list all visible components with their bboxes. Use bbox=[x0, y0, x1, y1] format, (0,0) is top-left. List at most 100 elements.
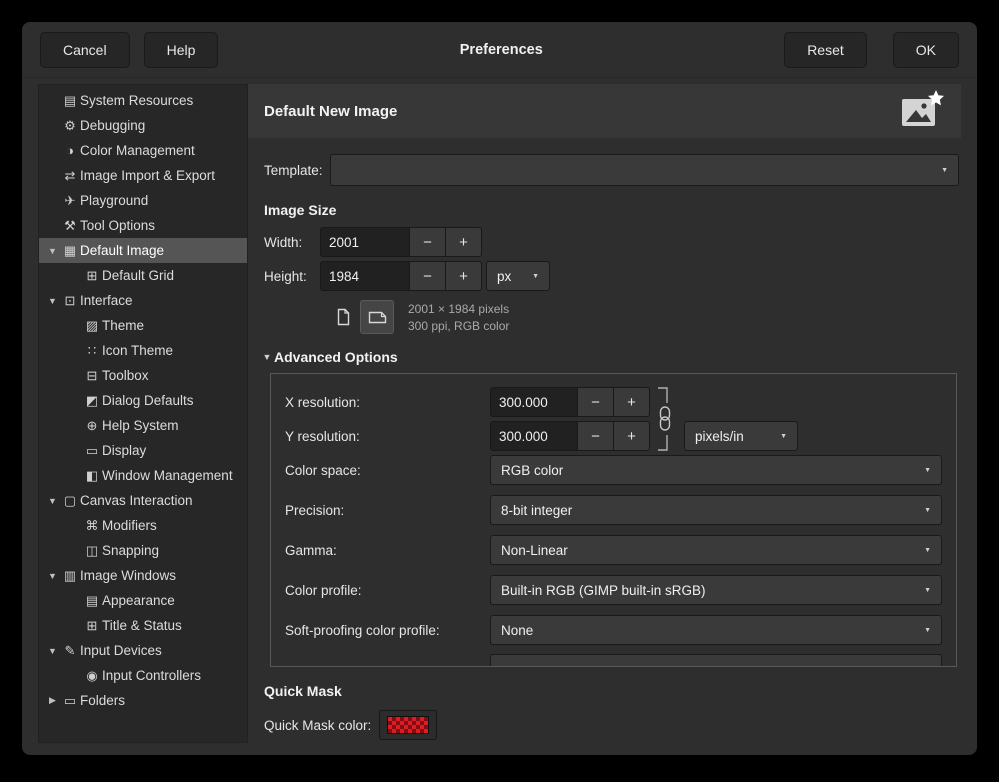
precision-dropdown[interactable]: 8-bit integer ▼ bbox=[490, 495, 942, 525]
landscape-orientation-button[interactable] bbox=[360, 300, 394, 334]
sidebar-item-label: Default Grid bbox=[102, 268, 174, 283]
help-system-icon: ⊕ bbox=[82, 418, 102, 434]
chevron-down-icon: ▼ bbox=[910, 507, 931, 514]
template-dropdown[interactable]: ▼ bbox=[330, 154, 959, 186]
expander-icon[interactable]: ▼ bbox=[45, 496, 60, 506]
height-increment-button[interactable]: + bbox=[446, 261, 482, 291]
sidebar-item-canvas-interaction[interactable]: ▼ ▢ Canvas Interaction bbox=[39, 488, 247, 513]
sidebar-item-playground[interactable]: ✈ Playground bbox=[39, 188, 247, 213]
sidebar-item-label: Input Devices bbox=[80, 643, 162, 658]
soft-proofing-dropdown[interactable]: None ▼ bbox=[490, 615, 942, 645]
sidebar-item-system-resources[interactable]: ▤ System Resources bbox=[39, 88, 247, 113]
canvas-interaction-icon: ▢ bbox=[60, 493, 80, 509]
sidebar-item-default-grid[interactable]: ⊞ Default Grid bbox=[39, 263, 247, 288]
page-title: Default New Image bbox=[264, 103, 397, 120]
sidebar-item-label: Snapping bbox=[102, 543, 159, 558]
sidebar-item-snapping[interactable]: ◫ Snapping bbox=[39, 538, 247, 563]
orientation-row: 2001 × 1984 pixels 300 ppi, RGB color bbox=[248, 300, 961, 335]
image-windows-icon: ▥ bbox=[60, 568, 80, 584]
sidebar-item-image-windows[interactable]: ▼ ▥ Image Windows bbox=[39, 563, 247, 588]
height-decrement-button[interactable]: − bbox=[410, 261, 446, 291]
sidebar-item-default-image[interactable]: ▼ ▦ Default Image bbox=[39, 238, 247, 263]
sidebar-item-help-system[interactable]: ⊕ Help System bbox=[39, 413, 247, 438]
sidebar-item-label: Toolbox bbox=[102, 368, 149, 383]
sidebar-item-label: Display bbox=[102, 443, 146, 458]
height-input[interactable] bbox=[320, 261, 410, 291]
appearance-icon: ▤ bbox=[82, 593, 102, 609]
sidebar-item-theme[interactable]: ▨ Theme bbox=[39, 313, 247, 338]
width-label: Width: bbox=[264, 235, 320, 250]
quick-mask-row: Quick Mask color: bbox=[248, 709, 961, 741]
size-unit-dropdown[interactable]: px ▼ bbox=[486, 261, 550, 291]
gamma-row: Gamma: Non-Linear ▼ bbox=[285, 534, 942, 566]
sidebar-item-icon-theme[interactable]: ∷ Icon Theme bbox=[39, 338, 247, 363]
title-status-icon: ⊞ bbox=[82, 618, 102, 634]
sidebar-item-label: Color Management bbox=[80, 143, 195, 158]
sidebar-item-image-import-export[interactable]: ⇄ Image Import & Export bbox=[39, 163, 247, 188]
chain-link-toggle[interactable] bbox=[657, 386, 673, 452]
sidebar-item-window-management[interactable]: ◧ Window Management bbox=[39, 463, 247, 488]
sidebar-item-display[interactable]: ▭ Display bbox=[39, 438, 247, 463]
width-decrement-button[interactable]: − bbox=[410, 227, 446, 257]
y-resolution-decrement-button[interactable]: − bbox=[578, 421, 614, 451]
clipped-dropdown[interactable] bbox=[490, 654, 942, 666]
sidebar-item-tool-options[interactable]: ⚒ Tool Options bbox=[39, 213, 247, 238]
modifiers-icon: ⌘ bbox=[82, 518, 102, 534]
sidebar-item-label: Dialog Defaults bbox=[102, 393, 194, 408]
sidebar-item-color-management[interactable]: ◑ Color Management bbox=[39, 138, 247, 163]
portrait-orientation-button[interactable] bbox=[326, 300, 360, 334]
advanced-options-label: Advanced Options bbox=[274, 349, 398, 365]
gamma-dropdown[interactable]: Non-Linear ▼ bbox=[490, 535, 942, 565]
window-title: Preferences bbox=[218, 42, 784, 58]
quick-mask-section-label: Quick Mask bbox=[248, 683, 961, 699]
advanced-options-expander[interactable]: ▼ Advanced Options bbox=[248, 349, 961, 365]
width-input[interactable] bbox=[320, 227, 410, 257]
height-row: Height: − + px ▼ bbox=[248, 260, 961, 292]
color-space-dropdown[interactable]: RGB color ▼ bbox=[490, 455, 942, 485]
default-image-icon: ▦ bbox=[60, 243, 80, 259]
cancel-button[interactable]: Cancel bbox=[40, 32, 130, 68]
sidebar-item-appearance[interactable]: ▤ Appearance bbox=[39, 588, 247, 613]
y-resolution-increment-button[interactable]: + bbox=[614, 421, 650, 451]
quick-mask-color-button[interactable] bbox=[379, 710, 437, 740]
quick-mask-color-swatch bbox=[387, 716, 429, 734]
expander-icon[interactable]: ▼ bbox=[45, 246, 60, 256]
sidebar-item-label: Tool Options bbox=[80, 218, 155, 233]
color-profile-dropdown[interactable]: Built-in RGB (GIMP built-in sRGB) ▼ bbox=[490, 575, 942, 605]
help-button[interactable]: Help bbox=[144, 32, 219, 68]
y-resolution-input[interactable] bbox=[490, 421, 578, 451]
precision-label: Precision: bbox=[285, 503, 490, 518]
expander-icon[interactable]: ▼ bbox=[45, 571, 60, 581]
sidebar-item-label: Playground bbox=[80, 193, 148, 208]
sidebar-item-label: Modifiers bbox=[102, 518, 157, 533]
input-devices-icon: ✎ bbox=[60, 643, 80, 659]
image-size-section-label: Image Size bbox=[248, 202, 961, 218]
chevron-down-icon: ▼ bbox=[910, 547, 931, 554]
sidebar-item-label: Debugging bbox=[80, 118, 145, 133]
sidebar-item-dialog-defaults[interactable]: ◩ Dialog Defaults bbox=[39, 388, 247, 413]
ok-button[interactable]: OK bbox=[893, 32, 959, 68]
sidebar-item-title-status[interactable]: ⊞ Title & Status bbox=[39, 613, 247, 638]
interface-icon: ⊡ bbox=[60, 293, 80, 309]
chevron-down-icon: ▼ bbox=[766, 433, 787, 440]
sidebar-item-debugging[interactable]: ⚙ Debugging bbox=[39, 113, 247, 138]
sidebar-item-toolbox[interactable]: ⊟ Toolbox bbox=[39, 363, 247, 388]
color-space-row: Color space: RGB color ▼ bbox=[285, 454, 942, 486]
sidebar-item-input-controllers[interactable]: ◉ Input Controllers bbox=[39, 663, 247, 688]
reset-button[interactable]: Reset bbox=[784, 32, 867, 68]
x-resolution-input[interactable] bbox=[490, 387, 578, 417]
sidebar-item-interface[interactable]: ▼ ⊡ Interface bbox=[39, 288, 247, 313]
sidebar-item-input-devices[interactable]: ▼ ✎ Input Devices bbox=[39, 638, 247, 663]
sidebar-item-folders[interactable]: ▶ ▭ Folders bbox=[39, 688, 247, 713]
expander-icon[interactable]: ▶ bbox=[45, 695, 60, 706]
sidebar-item-modifiers[interactable]: ⌘ Modifiers bbox=[39, 513, 247, 538]
x-resolution-decrement-button[interactable]: − bbox=[578, 387, 614, 417]
width-increment-button[interactable]: + bbox=[446, 227, 482, 257]
resolution-unit-dropdown[interactable]: pixels/in ▼ bbox=[684, 421, 798, 451]
expander-icon[interactable]: ▼ bbox=[45, 646, 60, 656]
system-resources-icon: ▤ bbox=[60, 93, 80, 109]
chevron-down-icon: ▼ bbox=[927, 167, 948, 174]
x-resolution-increment-button[interactable]: + bbox=[614, 387, 650, 417]
header-bar: Cancel Help Preferences Reset OK bbox=[22, 22, 977, 78]
expander-icon[interactable]: ▼ bbox=[45, 296, 60, 306]
